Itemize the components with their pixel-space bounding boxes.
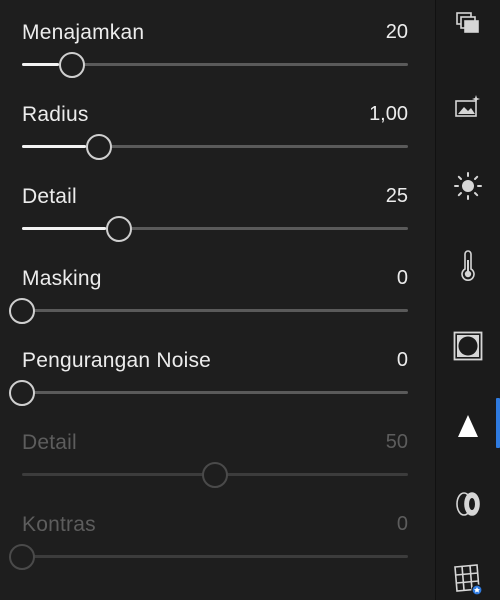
slider-value[interactable]: 0 [397,267,408,290]
effects-button[interactable] [436,316,500,376]
slider-noise-reduction[interactable]: Pengurangan Noise 0 [9,328,408,410]
slider-value[interactable]: 0 [397,349,408,372]
slider-thumb [9,544,35,570]
slider-thumb[interactable] [86,134,112,160]
auto-enhance-button[interactable] [436,76,500,136]
slider-value[interactable]: 25 [386,185,408,208]
slider-value[interactable]: 20 [386,21,408,44]
slider-fill [22,63,59,66]
slider-label: Masking [22,267,102,290]
slider-value: 0 [396,513,408,535]
slider-noise-contrast: Kontras 0 [9,492,408,574]
slider-masking[interactable]: Masking 0 [9,246,408,328]
tool-strip [436,0,500,600]
slider-label: Detail [22,431,77,454]
slider-label: Menajamkan [22,21,145,44]
slider-track [22,555,408,558]
color-temperature-icon [458,250,478,282]
color-button[interactable] [436,236,500,296]
light-button[interactable] [436,156,500,216]
slider-label: Radius [22,103,89,126]
detail-sharpen-icon [457,413,479,439]
presets-button[interactable] [436,0,500,44]
slider-thumb[interactable] [106,216,132,242]
slider-fill [22,145,86,148]
presets-icon [455,9,481,35]
slider-thumb[interactable] [9,298,35,324]
slider-detail[interactable]: Detail 25 [22,164,408,246]
slider-value: 50 [385,431,408,453]
slider-label: Pengurangan Noise [22,349,212,372]
slider-thumb[interactable] [59,52,85,78]
optics-icon [453,490,483,518]
slider-radius[interactable]: Radius 1,00 [22,82,408,164]
slider-thumb [202,462,228,488]
geometry-icon [452,563,484,595]
slider-fill [22,227,106,230]
optics-button[interactable] [436,474,500,534]
slider-track[interactable] [22,309,408,312]
light-icon [453,171,483,201]
slider-label: Detail [22,185,77,208]
auto-enhance-icon [454,93,482,119]
slider-label: Kontras [22,513,96,536]
slider-value[interactable]: 1,00 [369,103,408,126]
slider-track[interactable] [22,391,408,394]
slider-noise-detail: Detail 50 [22,410,408,492]
detail-panel: Menajamkan 20 Radius 1,00 Detail 25 Mask… [0,0,435,600]
active-tool-indicator [496,398,500,448]
detail-button[interactable] [436,396,500,456]
geometry-button[interactable] [436,558,500,600]
slider-thumb[interactable] [9,380,35,406]
slider-sharpen[interactable]: Menajamkan 20 [22,0,408,82]
vignette-icon [453,331,483,361]
